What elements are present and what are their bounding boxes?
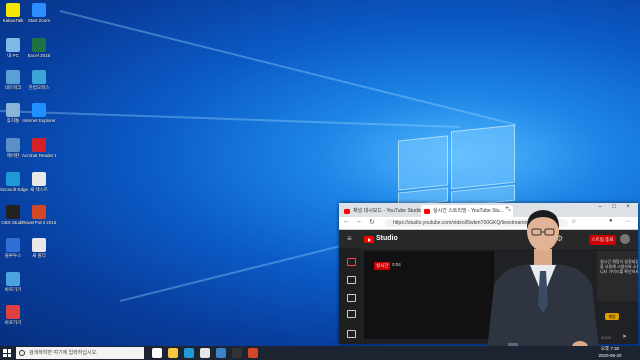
desktop-shortcut[interactable]: Acrobat Reader DC	[22, 138, 56, 158]
search-icon	[19, 350, 25, 356]
url-input[interactable]: https://studio.youtube.com/video/l5wbmT0…	[385, 219, 568, 227]
back-icon[interactable]: ←	[343, 218, 350, 225]
tab-channel-dashboard[interactable]: 채널 대시보드 - YouTube Studio ×	[341, 205, 429, 217]
desktop-shortcut-label: Excel 2016	[27, 53, 51, 58]
clock-date: 2020-06-20	[598, 352, 622, 358]
youtube-icon	[344, 208, 350, 214]
camera-icon[interactable]	[347, 276, 356, 284]
computer-icon	[6, 38, 20, 52]
tab-live-streaming[interactable]: 실시간 스트리밍 - YouTube Stu... ×	[421, 205, 513, 217]
explorer-icon[interactable]	[168, 348, 178, 358]
desktop-shortcut-label: 새 폴더	[32, 253, 46, 258]
desktop-shortcut-label: Acrobat Reader DC	[22, 153, 56, 158]
light-beam	[59, 10, 517, 126]
windows-logo-pane	[451, 124, 515, 190]
close-window-button[interactable]: ×	[623, 204, 633, 210]
studio-name: Studio	[376, 235, 398, 242]
chat-char-count: 0/200	[601, 335, 612, 340]
edge-icon	[6, 172, 20, 186]
address-bar: ← → ↻ https://studio.youtube.com/video/l…	[339, 217, 638, 230]
task-view-icon[interactable]	[152, 348, 162, 358]
menu-icon[interactable]: ⋯	[625, 218, 631, 225]
desktop-shortcut-label: PowerPoint 2016	[22, 220, 56, 225]
mobile-icon[interactable]	[347, 310, 356, 318]
side-rail	[339, 248, 361, 344]
internet-explorer-icon	[32, 103, 46, 117]
powerpoint-taskbar-icon[interactable]	[248, 348, 258, 358]
send-icon[interactable]: ➤	[622, 333, 627, 340]
desktop-shortcut-label: 한컴오피스	[28, 85, 50, 90]
desktop-shortcut[interactable]: PowerPoint 2016	[22, 205, 56, 225]
network-icon	[6, 70, 20, 84]
stream-icon[interactable]	[347, 258, 356, 266]
windows-logo-pane	[398, 135, 448, 191]
taskbar: 검색하려면 여기에 입력하십시오. 오후 7:30 2020-06-20	[0, 346, 640, 360]
maximize-button[interactable]: □	[609, 204, 619, 210]
profile-icon[interactable]: ●	[609, 218, 613, 224]
live-chat-panel: 실시간 채팅이 설정되었습니다. 채팅 을 사용해 시청자와 소통하세요. 커뮤…	[597, 251, 638, 301]
hamburger-menu-icon[interactable]: ≡	[347, 234, 352, 243]
settings-icon[interactable]: ⚙	[556, 234, 563, 243]
desktop-shortcut[interactable]: Excel 2016	[22, 38, 56, 58]
edge-taskbar-icon[interactable]	[184, 348, 194, 358]
kakaotalk-icon	[6, 3, 20, 17]
powerpoint-icon	[32, 205, 46, 219]
taskbar-search-box[interactable]: 검색하려면 여기에 입력하십시오.	[16, 347, 144, 359]
avatar[interactable]	[620, 234, 630, 244]
desktop-shortcut-label: 바로가기	[4, 287, 22, 292]
mail-icon[interactable]	[216, 348, 226, 358]
acrobat-icon	[32, 138, 46, 152]
zoom-icon	[32, 3, 46, 17]
start-button[interactable]	[3, 349, 11, 357]
store-icon[interactable]	[200, 348, 210, 358]
minimize-button[interactable]: –	[595, 204, 605, 210]
chat-emoji-button[interactable]: 채팅	[605, 313, 619, 320]
forward-icon[interactable]: →	[355, 218, 362, 225]
document-icon	[32, 172, 46, 186]
app-icon-2	[6, 305, 20, 319]
tab-bar: 채널 대시보드 - YouTube Studio × 실시간 스트리밍 - Yo…	[339, 203, 638, 217]
calendar-icon[interactable]	[347, 294, 356, 302]
desktop-shortcut[interactable]: 새 텍스트	[22, 172, 56, 192]
desktop-shortcut-label: 새 텍스트	[30, 187, 48, 192]
hancom-icon	[32, 70, 46, 84]
youtube-logo[interactable]	[364, 236, 374, 243]
recycle-bin-icon	[6, 103, 20, 117]
excel-icon	[32, 38, 46, 52]
star-icon[interactable]: ☆	[571, 218, 576, 225]
tab-label: 실시간 스트리밍 - YouTube Stu...	[433, 208, 504, 214]
youtube-icon	[424, 208, 430, 214]
new-tab-button[interactable]: +	[505, 205, 509, 212]
stream-preview: 실시간 0:04	[364, 251, 494, 339]
search-placeholder: 검색하려면 여기에 입력하십시오.	[29, 350, 98, 356]
desktop-shortcut[interactable]: 새 폴더	[22, 238, 56, 258]
desktop-shortcut-label: Start Zoom	[27, 18, 51, 23]
obs-icon	[6, 205, 20, 219]
folder-icon	[32, 238, 46, 252]
tab-label: 채널 대시보드 - YouTube Studio	[353, 208, 422, 214]
desktop-shortcut[interactable]: 바로가기	[0, 305, 30, 325]
refresh-icon[interactable]: ↻	[369, 218, 375, 226]
obs-taskbar-icon[interactable]	[232, 348, 242, 358]
app-icon-1	[6, 272, 20, 286]
desktop-shortcut-label: 바로가기	[4, 320, 22, 325]
stream-timecode: 0:04	[392, 262, 401, 267]
bluetooth-icon	[6, 238, 20, 252]
desktop-shortcut[interactable]: 한컴오피스	[22, 70, 56, 90]
light-beam	[0, 110, 460, 129]
live-badge: 실시간	[374, 262, 391, 270]
feedback-icon[interactable]	[347, 330, 356, 338]
desktop-shortcut[interactable]: Internet Explorer	[22, 103, 56, 123]
studio-header: ≡ Studio ⚙ 스트림 종료	[339, 230, 638, 249]
control-panel-icon	[6, 138, 20, 152]
desktop-shortcut-label: Internet Explorer	[22, 118, 56, 123]
chat-message: 니티 가이드를 확인하세요.	[600, 269, 638, 274]
desktop-shortcut[interactable]: 바로가기	[0, 272, 30, 292]
browser-window[interactable]: 채널 대시보드 - YouTube Studio × 실시간 스트리밍 - Yo…	[339, 203, 638, 344]
system-clock[interactable]: 오후 7:30 2020-06-20	[595, 346, 625, 359]
desktop-shortcut[interactable]: Start Zoom	[22, 3, 56, 23]
end-stream-button[interactable]: 스트림 종료	[589, 235, 616, 245]
